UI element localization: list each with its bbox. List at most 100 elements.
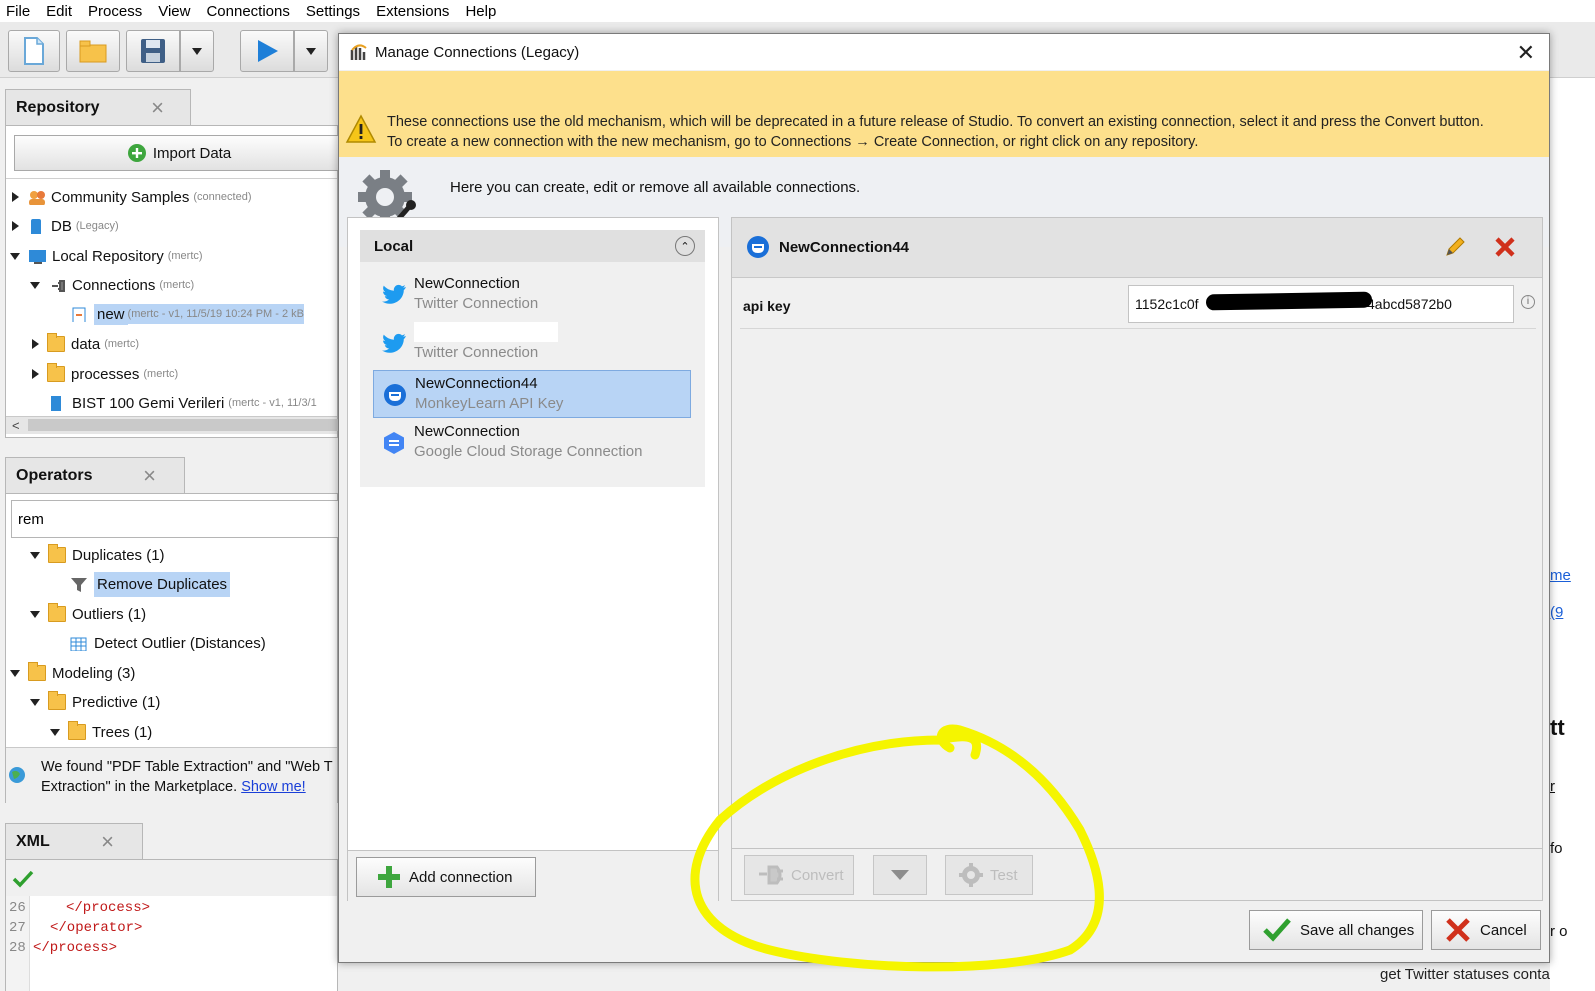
tree-item-predictive[interactable]: Predictive (1) — [30, 689, 160, 715]
tree-item-label: Duplicates (1) — [72, 546, 165, 564]
expand-icon[interactable] — [12, 221, 19, 231]
collapse-icon[interactable] — [50, 728, 60, 736]
folder-icon — [48, 544, 66, 563]
tree-item-modeling[interactable]: Modeling (3) — [10, 660, 135, 686]
connection-item[interactable]: NewConnection Twitter Connection — [373, 271, 691, 319]
connection-item[interactable]: Twitter Connection — [373, 320, 691, 368]
collapse-icon[interactable] — [30, 281, 40, 289]
plus-icon — [378, 866, 400, 888]
save-process-button[interactable] — [126, 30, 180, 72]
close-icon[interactable]: × — [151, 95, 164, 121]
xml-tab[interactable]: XML × — [5, 823, 143, 859]
menu-extensions[interactable]: Extensions — [376, 3, 449, 20]
operators-tab[interactable]: Operators × — [5, 457, 185, 493]
local-group-label: Local — [374, 237, 414, 255]
chevron-down-icon — [891, 870, 909, 880]
check-icon[interactable] — [12, 868, 34, 890]
tree-item-note: (mertc - v1, 11/5/19 10:24 PM - 2 kB — [127, 304, 305, 324]
scrollbar-thumb[interactable] — [28, 419, 338, 431]
close-icon[interactable]: × — [101, 829, 114, 855]
show-me-link[interactable]: Show me! — [241, 779, 305, 795]
plug-convert-icon — [759, 865, 783, 885]
partial-link[interactable]: (9 — [1550, 604, 1563, 621]
tree-item-connections[interactable]: Connections (mertc) — [30, 272, 194, 298]
save-dropdown-button[interactable] — [180, 30, 214, 72]
add-connection-button[interactable]: Add connection — [356, 857, 536, 897]
run-process-button[interactable] — [240, 30, 294, 72]
operators-panel: Duplicates (1) Remove Duplicates Outlier… — [5, 493, 341, 803]
xml-editor[interactable]: 26 </process> 27 </operator> 28 </proces… — [6, 896, 337, 991]
menu-edit[interactable]: Edit — [46, 3, 72, 20]
more-options-button[interactable] — [873, 855, 927, 895]
tree-item-label: DB — [51, 217, 72, 235]
test-button[interactable]: Test — [945, 855, 1033, 895]
operator-remove-duplicates[interactable]: Remove Duplicates — [70, 571, 231, 597]
new-process-button[interactable] — [8, 30, 60, 72]
collapse-icon[interactable] — [10, 669, 20, 677]
delete-x-icon[interactable] — [1493, 235, 1517, 259]
repository-panel: Import Data Community Samples (connected)… — [5, 125, 344, 438]
run-dropdown-button[interactable] — [294, 30, 328, 72]
tree-item-label: Trees (1) — [92, 723, 153, 741]
tree-item-community-samples[interactable]: Community Samples (connected) — [12, 184, 251, 210]
collapse-icon[interactable] — [30, 610, 40, 618]
close-icon[interactable]: ✕ — [1517, 40, 1535, 66]
operator-detect-outlier[interactable]: Detect Outlier (Distances) — [70, 630, 266, 656]
tree-item-local-repository[interactable]: Local Repository (mertc) — [10, 243, 203, 269]
operators-tab-label: Operators — [16, 466, 93, 484]
partial-link[interactable]: me — [1550, 567, 1571, 584]
tree-item-label: Remove Duplicates — [94, 571, 231, 597]
horizontal-scrollbar[interactable]: < — [6, 416, 338, 434]
open-process-button[interactable] — [66, 30, 120, 72]
warning-line-2: To create a new connection with the new … — [387, 134, 1199, 150]
globe-icon — [9, 767, 25, 783]
scroll-left-icon[interactable]: < — [12, 418, 20, 433]
pencil-icon[interactable] — [1443, 235, 1467, 259]
monkeylearn-icon — [747, 236, 769, 258]
tree-item-duplicates[interactable]: Duplicates (1) — [30, 542, 165, 568]
cancel-button[interactable]: Cancel — [1431, 910, 1541, 950]
tree-item-data[interactable]: data (mertc) — [32, 331, 139, 357]
save-all-changes-button[interactable]: Save all changes — [1249, 910, 1423, 950]
folder-icon — [47, 333, 65, 352]
repository-tab[interactable]: Repository × — [5, 89, 191, 125]
connection-type: MonkeyLearn API Key — [415, 395, 564, 412]
tree-item-note: (mertc) — [104, 338, 140, 350]
collapse-icon[interactable] — [30, 551, 40, 559]
collapse-icon[interactable] — [30, 698, 40, 706]
menu-view[interactable]: View — [158, 3, 190, 20]
local-group-header[interactable]: Local ⌃ — [360, 230, 705, 262]
tree-item-bist[interactable]: BIST 100 Gemi Verileri (mertc - v1, 11/3/… — [48, 390, 317, 416]
save-label: Save all changes — [1300, 921, 1415, 939]
twitter-icon — [382, 284, 406, 304]
menu-connections[interactable]: Connections — [206, 3, 289, 20]
folder-icon — [48, 603, 66, 622]
tree-item-label: Outliers (1) — [72, 605, 147, 623]
menu-settings[interactable]: Settings — [306, 3, 360, 20]
menu-file[interactable]: File — [6, 3, 30, 20]
connection-details-pane: NewConnection44 api key 1152c1c0f 4abcd5… — [731, 217, 1543, 901]
tree-item-new-connection[interactable]: new (mertc - v1, 11/5/19 10:24 PM - 2 kB — [70, 301, 340, 327]
tree-item-processes[interactable]: processes (mertc) — [32, 361, 178, 387]
expand-icon[interactable] — [32, 339, 39, 349]
info-text: Here you can create, edit or remove all … — [450, 179, 861, 196]
collapse-up-icon[interactable]: ⌃ — [675, 236, 695, 256]
operator-search-input[interactable] — [11, 500, 341, 538]
close-icon[interactable]: × — [143, 463, 156, 489]
connection-item-selected[interactable]: NewConnection44 MonkeyLearn API Key — [373, 370, 691, 418]
collapse-icon[interactable] — [10, 252, 20, 260]
plug-icon — [52, 280, 65, 292]
tree-item-db[interactable]: DB (Legacy) — [12, 213, 119, 239]
tree-item-outliers[interactable]: Outliers (1) — [30, 601, 146, 627]
menu-help[interactable]: Help — [465, 3, 496, 20]
api-key-suffix: 4abcd5872b0 — [1367, 296, 1452, 312]
expand-icon[interactable] — [12, 192, 19, 202]
xml-tab-label: XML — [16, 832, 50, 850]
import-data-button[interactable]: Import Data — [14, 135, 344, 171]
info-icon[interactable]: i — [1521, 295, 1535, 309]
convert-button[interactable]: Convert — [744, 855, 854, 895]
tree-item-trees[interactable]: Trees (1) — [50, 719, 152, 745]
connection-item[interactable]: NewConnection Google Cloud Storage Conne… — [373, 419, 691, 467]
expand-icon[interactable] — [32, 369, 39, 379]
menu-process[interactable]: Process — [88, 3, 142, 20]
